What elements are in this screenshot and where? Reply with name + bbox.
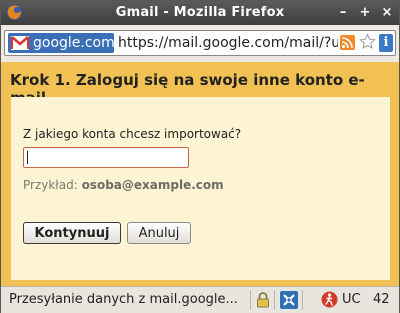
example-prefix: Przykład: [23,178,78,192]
stop-icon[interactable] [321,291,338,308]
site-identity-button[interactable]: google.com [8,33,115,53]
email-question-label: Z jakiego konta chcesz importować? [23,127,242,141]
url-bar[interactable]: google.com https://mail.google.com/mail/… [4,30,396,56]
maximize-button[interactable]: + [356,4,374,22]
uc-indicator[interactable]: UC [342,292,361,307]
close-button[interactable]: × [378,4,396,22]
example-hint: Przykład: osoba@example.com [23,178,224,192]
browser-window: Gmail - Mozilla Firefox – + × google.com… [0,0,400,313]
status-divider [302,290,303,310]
gmail-icon [11,36,29,50]
email-field[interactable] [23,147,189,168]
counter-indicator: 42 [373,292,390,307]
form-panel: Z jakiego konta chcesz importować? Przyk… [11,97,390,280]
site-identity-label: google.com [33,35,115,51]
status-divider [250,290,251,310]
url-text[interactable]: https://mail.google.com/mail/?ui= [118,35,338,51]
example-email: osoba@example.com [81,178,224,192]
rss-feed-icon[interactable] [340,35,355,50]
status-divider [274,290,275,310]
lock-icon[interactable] [256,292,270,308]
info-icon[interactable]: i [379,34,393,52]
bookmark-star-icon[interactable] [359,33,376,50]
status-bar: Przesyłanie danych z mail.google... UC 4… [1,286,399,313]
text-cursor [27,151,28,164]
cancel-button[interactable]: Anuluj [127,222,191,244]
developer-tools-icon[interactable] [280,291,298,309]
continue-button[interactable]: Kontynuuj [23,222,121,244]
status-text: Przesyłanie danych z mail.google... [9,292,238,307]
title-bar[interactable]: Gmail - Mozilla Firefox – + × [1,1,399,25]
minimize-button[interactable]: – [334,4,352,22]
page-content: Krok 1. Zaloguj się na swoje inne konto … [1,62,399,286]
